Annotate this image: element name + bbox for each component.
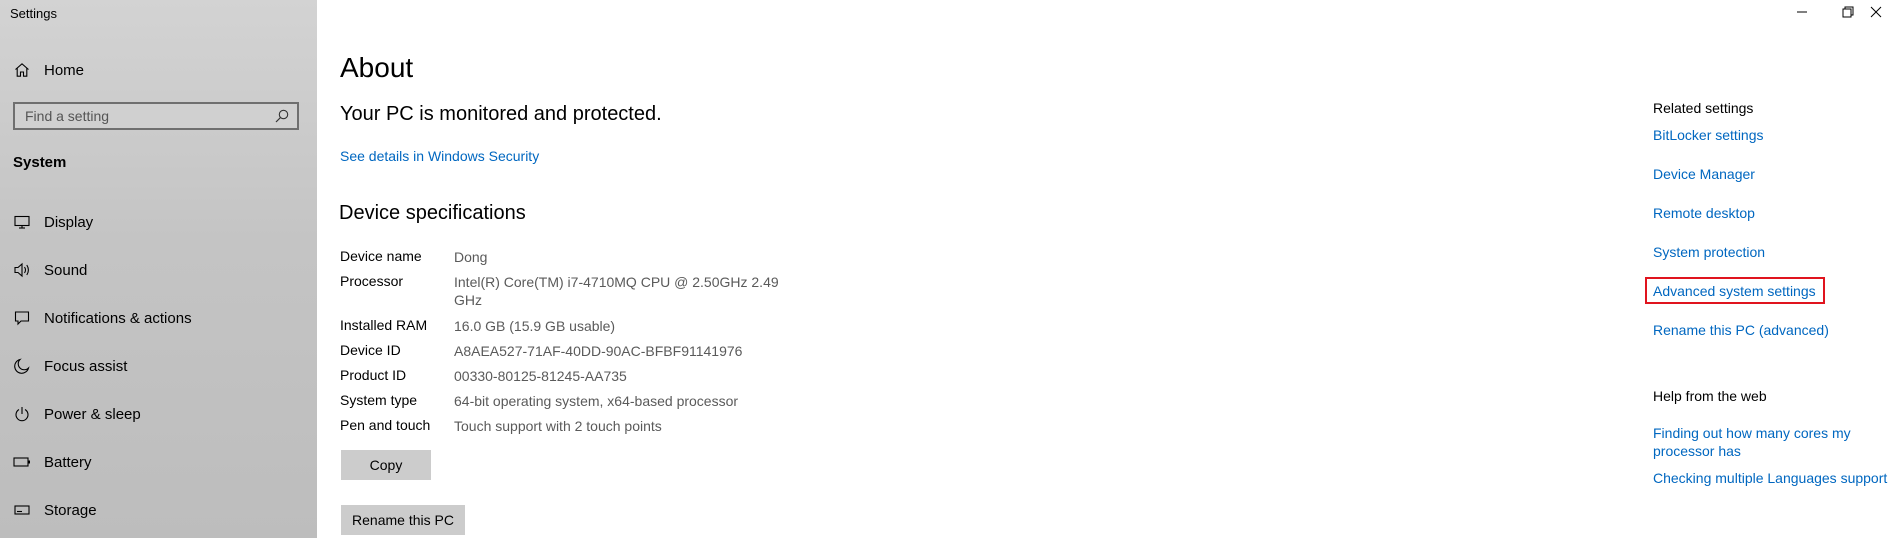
- help-from-web-heading: Help from the web: [1653, 388, 1767, 404]
- spec-key: System type: [340, 392, 418, 408]
- sidebar-item-label: Battery: [44, 453, 92, 471]
- system-protection-link[interactable]: System protection: [1653, 243, 1765, 261]
- restore-icon: [1842, 5, 1854, 23]
- spec-key: Device name: [340, 248, 422, 264]
- search-field[interactable]: [13, 102, 299, 130]
- sidebar-item-label: Display: [44, 213, 94, 231]
- spec-value: 64-bit operating system, x64-based proce…: [454, 393, 739, 409]
- rename-pc-button[interactable]: Rename this PC: [341, 505, 465, 535]
- home-icon: [12, 60, 32, 80]
- sidebar-item-label: Home: [44, 61, 85, 79]
- close-button[interactable]: [1870, 0, 1896, 28]
- rename-pc-advanced-link[interactable]: Rename this PC (advanced): [1653, 321, 1829, 339]
- speaker-icon: [12, 260, 32, 280]
- remote-desktop-link[interactable]: Remote desktop: [1653, 204, 1755, 222]
- languages-help-link[interactable]: Checking multiple Languages support: [1653, 469, 1887, 487]
- sidebar-item-storage[interactable]: Storage: [0, 492, 317, 528]
- device-manager-link[interactable]: Device Manager: [1653, 165, 1755, 183]
- spec-value: Dong: [454, 249, 488, 265]
- spec-key: Device ID: [340, 342, 401, 358]
- storage-icon: [12, 500, 32, 520]
- sidebar-item-sound[interactable]: Sound: [0, 252, 317, 288]
- minimize-button[interactable]: [1779, 0, 1825, 28]
- sidebar-item-label: Focus assist: [44, 357, 128, 375]
- spec-row-processor: Processor Intel(R) Core(TM) i7-4710MQ CP…: [340, 273, 784, 309]
- power-icon: [12, 404, 32, 424]
- bitlocker-settings-link[interactable]: BitLocker settings: [1653, 126, 1764, 144]
- sidebar-item-label: Power & sleep: [44, 405, 141, 423]
- page-title: About: [340, 52, 414, 83]
- spec-value: Touch support with 2 touch points: [454, 418, 662, 434]
- sidebar: Settings Home System Display Sound Notif…: [0, 0, 317, 538]
- spec-row-system-type: System type 64-bit operating system, x64…: [340, 392, 794, 410]
- moon-icon: [12, 356, 32, 376]
- display-icon: [12, 212, 32, 232]
- restore-button[interactable]: [1825, 0, 1871, 28]
- window-title: Settings: [10, 6, 57, 21]
- spec-value: 00330-80125-81245-AA735: [454, 368, 627, 384]
- sidebar-item-power-sleep[interactable]: Power & sleep: [0, 396, 317, 432]
- cores-help-link[interactable]: Finding out how many cores my processor …: [1653, 424, 1873, 460]
- sidebar-item-label: Sound: [44, 261, 88, 279]
- spec-row-pen-touch: Pen and touch Touch support with 2 touch…: [340, 417, 794, 435]
- spec-value: A8AEA527-71AF-40DD-90AC-BFBF91141976: [454, 343, 743, 359]
- sidebar-section-system: System: [13, 154, 67, 171]
- related-settings-heading: Related settings: [1653, 100, 1754, 116]
- protection-status: Your PC is monitored and protected.: [340, 103, 662, 125]
- close-icon: [1870, 5, 1882, 23]
- spec-key: Installed RAM: [340, 317, 428, 333]
- sidebar-item-label: Storage: [44, 501, 97, 519]
- device-specifications-heading: Device specifications: [339, 202, 526, 224]
- sidebar-item-notifications[interactable]: Notifications & actions: [0, 300, 317, 336]
- spec-row-installed-ram: Installed RAM 16.0 GB (15.9 GB usable): [340, 317, 794, 335]
- minimize-icon: [1796, 5, 1808, 23]
- sidebar-item-label: Notifications & actions: [44, 309, 192, 327]
- notification-icon: [12, 308, 32, 328]
- spec-value: Intel(R) Core(TM) i7-4710MQ CPU @ 2.50GH…: [454, 274, 779, 308]
- sidebar-item-display[interactable]: Display: [0, 204, 317, 240]
- windows-security-link[interactable]: See details in Windows Security: [340, 148, 539, 164]
- spec-key: Pen and touch: [340, 417, 431, 433]
- spec-row-product-id: Product ID 00330-80125-81245-AA735: [340, 367, 794, 385]
- spec-row-device-name: Device name Dong: [340, 248, 794, 266]
- spec-key: Product ID: [340, 367, 407, 383]
- advanced-system-settings-link[interactable]: Advanced system settings: [1653, 282, 1816, 300]
- sidebar-item-home[interactable]: Home: [0, 55, 317, 85]
- sidebar-item-battery[interactable]: Battery: [0, 444, 317, 480]
- battery-icon: [12, 452, 32, 472]
- spec-value: 16.0 GB (15.9 GB usable): [454, 318, 616, 334]
- spec-key: Processor: [340, 273, 404, 289]
- copy-button[interactable]: Copy: [341, 450, 431, 480]
- spec-row-device-id: Device ID A8AEA527-71AF-40DD-90AC-BFBF91…: [340, 342, 794, 360]
- sidebar-item-focus-assist[interactable]: Focus assist: [0, 348, 317, 384]
- search-input[interactable]: [15, 107, 273, 125]
- search-icon[interactable]: [273, 107, 291, 125]
